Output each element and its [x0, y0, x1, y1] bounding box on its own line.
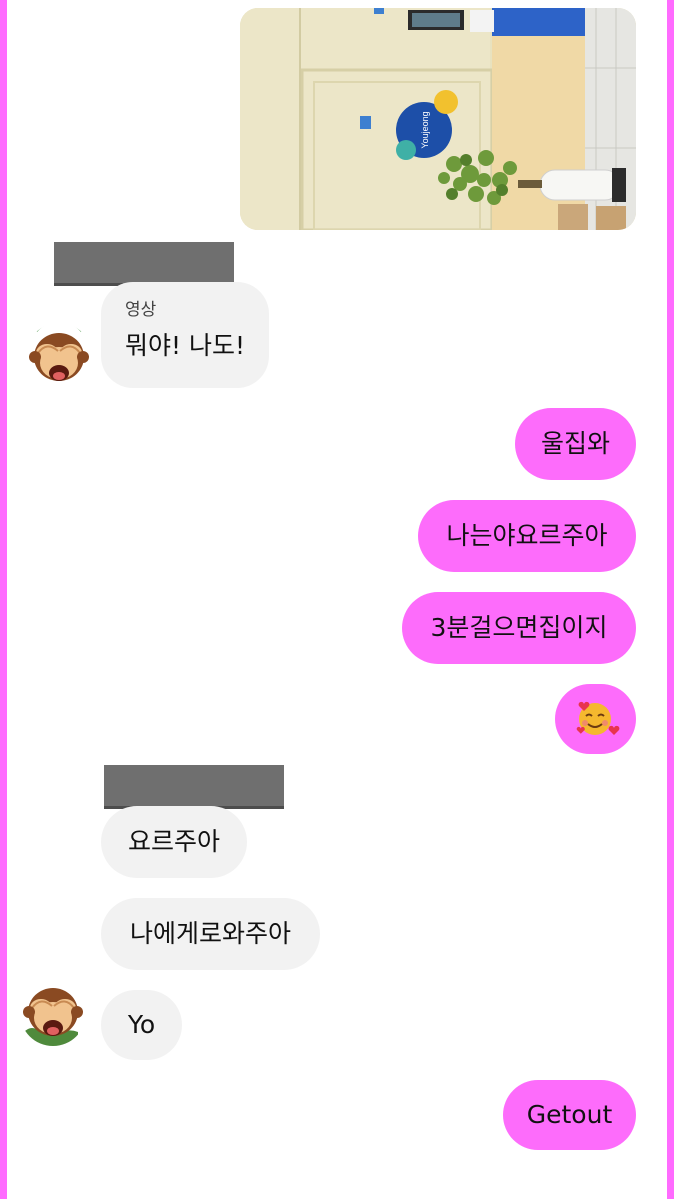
- frame-border-right: [667, 0, 674, 1199]
- redacted-sender-name: [104, 765, 284, 809]
- redacted-sender-name: [54, 242, 234, 286]
- message-bubble-incoming[interactable]: 요르주아: [101, 806, 247, 878]
- see-no-evil-monkey-icon: [20, 980, 86, 1046]
- message-text: 나에게로와주아: [129, 919, 291, 948]
- message-bubble-outgoing[interactable]: 울집와: [515, 408, 636, 480]
- avatar[interactable]: [26, 323, 92, 389]
- message-bubble-outgoing[interactable]: 3분걸으면집이지: [402, 592, 636, 664]
- message-bubble-outgoing[interactable]: Getout: [503, 1080, 636, 1150]
- message-text: 뭐야! 나도!: [125, 331, 245, 360]
- message-text: Yo: [127, 1010, 156, 1039]
- see-no-evil-monkey-icon: [26, 323, 92, 389]
- message-text: Getout: [526, 1100, 613, 1129]
- message-bubble-incoming[interactable]: 영상 뭐야! 나도!: [101, 282, 269, 388]
- message-text: 요르주아: [127, 827, 220, 856]
- message-bubble-outgoing[interactable]: 나는야요르주아: [418, 500, 636, 572]
- photo-illustration: Youjeong: [240, 8, 636, 230]
- message-bubble-outgoing[interactable]: [555, 684, 636, 754]
- frame-border-left: [0, 0, 7, 1199]
- message-text: 나는야요르주아: [446, 521, 608, 550]
- message-text: 3분걸으면집이지: [430, 613, 608, 642]
- message-text: 울집와: [540, 429, 610, 458]
- message-bubble-incoming[interactable]: 나에게로와주아: [101, 898, 320, 970]
- message-caption: 영상: [125, 300, 157, 320]
- message-bubble-incoming[interactable]: Yo: [101, 990, 182, 1060]
- photo-logo-text: Youjeong: [420, 111, 430, 148]
- shared-photo[interactable]: Youjeong: [240, 8, 636, 230]
- avatar[interactable]: [20, 980, 86, 1046]
- smiling-face-with-hearts-icon: [576, 701, 620, 735]
